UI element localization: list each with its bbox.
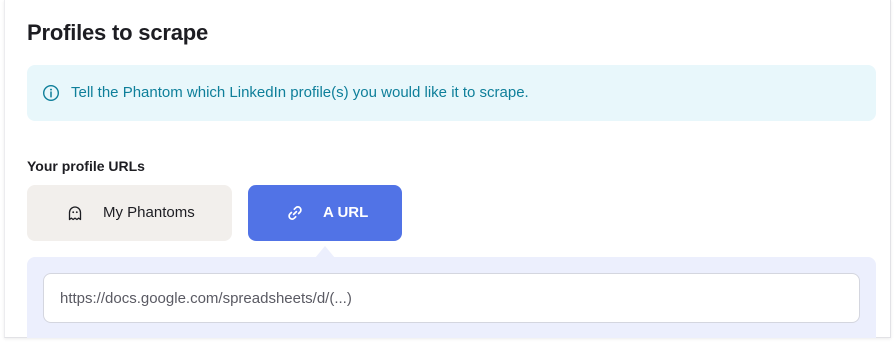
tab-my-phantoms-label: My Phantoms	[103, 204, 195, 221]
info-banner: Tell the Phantom which LinkedIn profile(…	[27, 65, 876, 121]
tab-my-phantoms[interactable]: My Phantoms	[27, 185, 232, 241]
ghost-icon	[68, 206, 82, 221]
link-icon	[288, 206, 302, 220]
profiles-card: Profiles to scrape Tell the Phantom whic…	[4, 0, 891, 338]
tab-a-url-label: A URL	[323, 204, 369, 221]
section-title: Profiles to scrape	[27, 20, 209, 45]
url-panel	[27, 257, 876, 338]
field-label: Your profile URLs	[27, 158, 145, 174]
info-text: Tell the Phantom which LinkedIn profile(…	[71, 84, 529, 101]
url-input[interactable]	[43, 273, 860, 323]
info-icon	[42, 84, 60, 102]
tab-a-url[interactable]: A URL	[248, 185, 402, 241]
